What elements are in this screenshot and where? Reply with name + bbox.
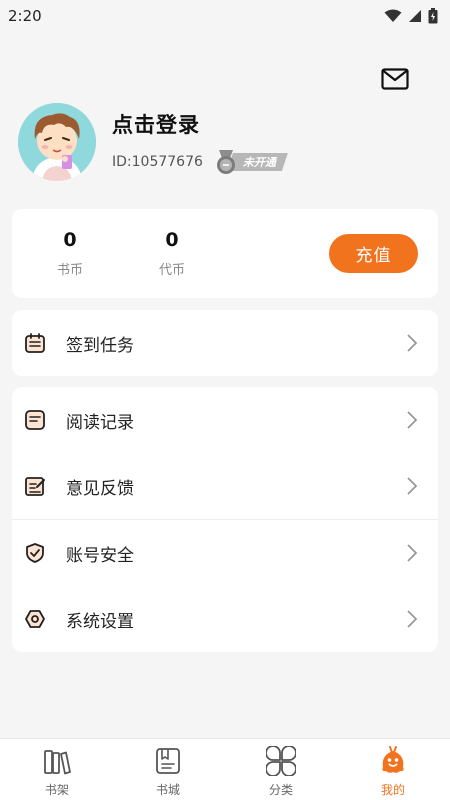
tab-mine[interactable]: 我的: [363, 745, 423, 798]
status-time: 2:20: [8, 7, 42, 25]
settings-icon: [24, 608, 46, 630]
coins-label: 书币: [56, 263, 83, 278]
tab-label: 我的: [380, 783, 405, 797]
vouchers-value: 0: [165, 229, 179, 251]
id-row: ID:10577676 未开通: [112, 149, 288, 175]
recharge-button[interactable]: 充值: [329, 234, 418, 273]
vip-badge[interactable]: 未开通: [215, 149, 288, 175]
avatar[interactable]: [18, 103, 96, 181]
wifi-icon: [384, 9, 402, 22]
coins-value: 0: [63, 229, 77, 251]
chevron-right-icon: [407, 411, 418, 429]
tab-label: 书城: [155, 783, 180, 797]
tab-bookshelf[interactable]: 书架: [27, 745, 87, 798]
bookstore-icon: [152, 745, 184, 777]
bookshelf-icon: [41, 745, 73, 777]
user-id: ID:10577676: [112, 154, 203, 170]
chevron-right-icon: [407, 610, 418, 628]
menu-item-settings[interactable]: 系统设置: [12, 586, 438, 652]
mine-icon: [377, 745, 409, 777]
wallet-card: 0 书币 0 代币 充值: [12, 209, 438, 298]
menu-item-checkin[interactable]: 签到任务: [12, 310, 438, 376]
menu-item-label: 系统设置: [66, 611, 134, 632]
calendar-icon: [24, 332, 46, 354]
mail-icon: [381, 68, 409, 90]
status-icons: [384, 8, 438, 24]
checkin-card: 签到任务: [12, 310, 438, 376]
vouchers-stat[interactable]: 0 代币: [142, 229, 202, 278]
tab-bookstore[interactable]: 书城: [138, 745, 198, 798]
profile-header[interactable]: 点击登录 ID:10577676 未开通: [18, 102, 438, 182]
feedback-icon: [24, 475, 46, 497]
menu-item-label: 账号安全: [66, 545, 134, 566]
signal-icon: [409, 10, 421, 22]
menu-item-label: 意见反馈: [66, 478, 134, 499]
profile-info: 点击登录 ID:10577676 未开通: [112, 109, 288, 175]
menu-item-label: 签到任务: [66, 335, 134, 356]
menu-item-account-security[interactable]: 账号安全: [12, 520, 438, 586]
medal-icon: [216, 150, 235, 174]
battery-icon: [428, 8, 438, 24]
tab-label: 书架: [44, 783, 69, 797]
tab-label: 分类: [268, 783, 293, 797]
chevron-right-icon: [407, 477, 418, 495]
chevron-right-icon: [407, 334, 418, 352]
vouchers-label: 代币: [158, 263, 185, 278]
tab-category[interactable]: 分类: [251, 745, 311, 798]
menu-card: 阅读记录 意见反馈 账号安全 系统设置: [12, 387, 438, 652]
reading-record-icon: [24, 409, 46, 431]
menu-item-label: 阅读记录: [66, 412, 134, 433]
bottom-tab-bar: 书架 书城 分类 我的: [0, 738, 450, 800]
menu-item-reading-history[interactable]: 阅读记录: [12, 387, 438, 453]
menu-item-feedback[interactable]: 意见反馈: [12, 453, 438, 519]
messages-button[interactable]: [380, 66, 410, 92]
status-bar: 2:20: [0, 0, 450, 32]
avatar-illustration: [18, 103, 96, 181]
category-icon: [265, 745, 297, 777]
shield-icon: [24, 542, 46, 564]
coins-stat[interactable]: 0 书币: [40, 229, 100, 278]
login-prompt[interactable]: 点击登录: [112, 109, 288, 139]
chevron-right-icon: [407, 544, 418, 562]
